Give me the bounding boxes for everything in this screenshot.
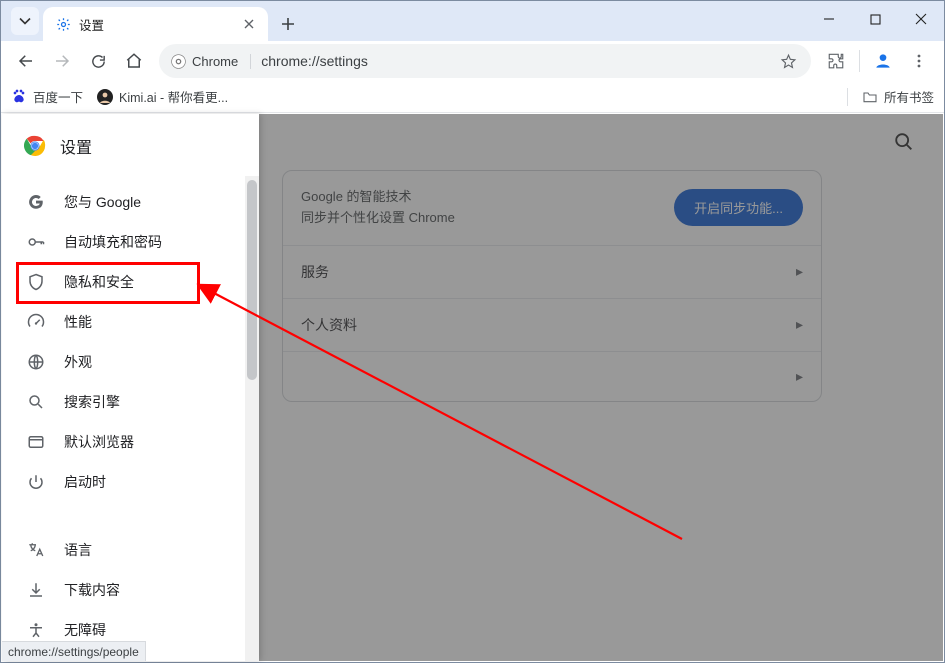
sidebar-item-label: 隐私和安全: [64, 272, 134, 292]
divider: [859, 50, 860, 72]
sidebar-item-label: 性能: [64, 312, 92, 332]
url-text: chrome://settings: [261, 53, 765, 69]
close-icon: [915, 13, 927, 25]
google-g-icon: [26, 192, 46, 212]
bookmarks-bar: 百度一下 Kimi.ai - 帮你看更... 所有书签: [1, 81, 944, 113]
back-button[interactable]: [9, 44, 43, 78]
sidebar-item-label: 您与 Google: [64, 192, 141, 212]
tab-search-button[interactable]: [11, 7, 39, 35]
key-icon: [26, 232, 46, 252]
tab-close-button[interactable]: [240, 15, 258, 33]
new-tab-button[interactable]: [274, 10, 302, 38]
sidebar-item-performance[interactable]: 性能: [2, 302, 259, 342]
download-icon: [26, 580, 46, 600]
chrome-icon: [171, 54, 186, 69]
divider: [847, 88, 848, 106]
reload-button[interactable]: [81, 44, 115, 78]
browser-icon: [26, 432, 46, 452]
home-icon: [125, 52, 143, 70]
search-icon: [26, 392, 46, 412]
sidebar-item-label: 默认浏览器: [64, 432, 134, 452]
forward-button[interactable]: [45, 44, 79, 78]
star-icon: [780, 53, 797, 70]
profile-icon: [873, 51, 893, 71]
chrome-logo-icon: [24, 135, 46, 157]
chevron-down-icon: [19, 15, 31, 27]
content-area: Google 的智能技术 同步并个性化设置 Chrome 开启同步功能... 服…: [2, 114, 943, 661]
drawer-header: 设置: [2, 114, 259, 178]
sidebar-item-privacy[interactable]: 隐私和安全: [2, 262, 259, 302]
power-icon: [26, 472, 46, 492]
minimize-icon: [823, 13, 835, 25]
sidebar-item-label: 搜索引擎: [64, 392, 120, 412]
all-bookmarks-label: 所有书签: [884, 87, 934, 106]
sidebar-item-you-and-google[interactable]: 您与 Google: [2, 182, 259, 222]
status-bar: chrome://settings/people: [2, 641, 146, 661]
drawer-scrollbar[interactable]: [245, 176, 259, 661]
gear-icon: [55, 16, 71, 32]
sidebar-item-label: 启动时: [64, 472, 106, 492]
bookmark-star-button[interactable]: [775, 48, 801, 74]
accessibility-icon: [26, 620, 46, 640]
sidebar-item-downloads[interactable]: 下载内容: [2, 570, 259, 610]
gauge-icon: [26, 312, 46, 332]
plus-icon: [281, 17, 295, 31]
browser-tab[interactable]: 设置: [43, 7, 268, 41]
extensions-button[interactable]: [819, 44, 853, 78]
window-close-button[interactable]: [898, 1, 944, 37]
arrow-right-icon: [53, 52, 71, 70]
site-chip-label: Chrome: [192, 54, 238, 69]
sidebar-item-default-browser[interactable]: 默认浏览器: [2, 422, 259, 462]
puzzle-icon: [827, 52, 845, 70]
scrollbar-thumb[interactable]: [247, 180, 257, 380]
omnibox[interactable]: Chrome chrome://settings: [159, 44, 811, 78]
window-maximize-button[interactable]: [852, 1, 898, 37]
all-bookmarks-button[interactable]: 所有书签: [862, 87, 934, 106]
toolbar: Chrome chrome://settings: [1, 41, 944, 81]
sidebar-item-label: 下载内容: [64, 580, 120, 600]
sidebar-item-appearance[interactable]: 外观: [2, 342, 259, 382]
sidebar-item-label: 语言: [64, 540, 92, 560]
sidebar-item-label: 自动填充和密码: [64, 232, 162, 252]
close-icon: [244, 19, 254, 29]
sidebar-item-label: 外观: [64, 352, 92, 372]
bookmark-label: Kimi.ai - 帮你看更...: [119, 87, 228, 106]
sidebar-item-label: 无障碍: [64, 620, 106, 640]
sidebar-item-autofill[interactable]: 自动填充和密码: [2, 222, 259, 262]
translate-icon: [26, 540, 46, 560]
settings-drawer: 设置 您与 Google 自动填充和密码 隐私和安全 性能 外观: [2, 114, 259, 661]
window-minimize-button[interactable]: [806, 1, 852, 37]
titlebar: 设置: [1, 1, 944, 41]
sidebar-item-on-startup[interactable]: 启动时: [2, 462, 259, 502]
window-controls: [806, 1, 944, 41]
status-url: chrome://settings/people: [8, 645, 139, 659]
drawer-list: 您与 Google 自动填充和密码 隐私和安全 性能 外观 搜索引擎: [2, 178, 259, 656]
profile-button[interactable]: [866, 44, 900, 78]
reload-icon: [90, 53, 107, 70]
paw-icon: [11, 89, 27, 105]
bookmark-item-baidu[interactable]: 百度一下: [11, 87, 83, 106]
shield-icon: [26, 272, 46, 292]
folder-icon: [862, 89, 878, 105]
menu-button[interactable]: [902, 44, 936, 78]
sidebar-item-language[interactable]: 语言: [2, 530, 259, 570]
globe-icon: [26, 352, 46, 372]
kebab-icon: [911, 53, 927, 69]
sidebar-item-search-engine[interactable]: 搜索引擎: [2, 382, 259, 422]
home-button[interactable]: [117, 44, 151, 78]
drawer-title: 设置: [60, 134, 92, 158]
tab-title: 设置: [79, 15, 232, 34]
avatar-icon: [97, 89, 113, 105]
bookmark-label: 百度一下: [33, 87, 83, 106]
arrow-left-icon: [17, 52, 35, 70]
site-chip[interactable]: Chrome: [171, 54, 251, 69]
maximize-icon: [870, 14, 881, 25]
bookmark-item-kimi[interactable]: Kimi.ai - 帮你看更...: [97, 87, 228, 106]
